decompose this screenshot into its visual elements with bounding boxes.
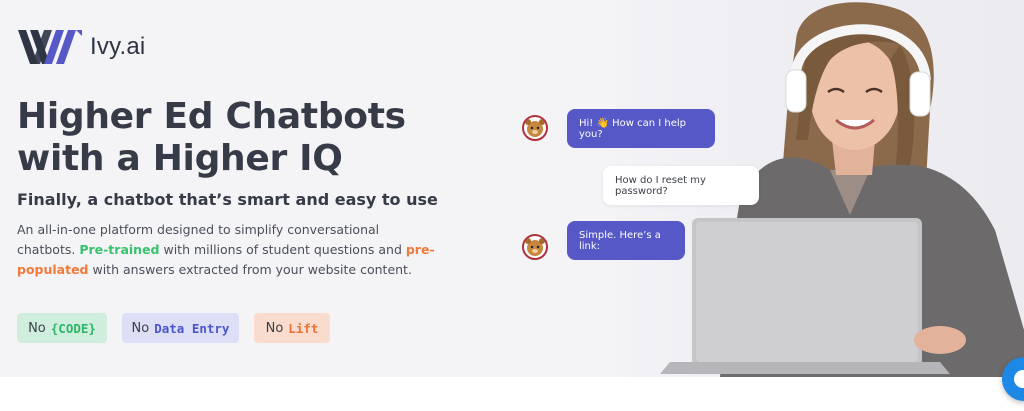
mascot-avatar-icon xyxy=(522,115,548,141)
description-part-3: with answers extracted from your website… xyxy=(88,262,412,277)
logo-wordmark: Ivy.ai xyxy=(90,33,146,60)
pill-value: Lift xyxy=(288,320,319,336)
headline-line-2: with a Higher IQ xyxy=(17,138,343,179)
headline-line-1: Higher Ed Chatbots xyxy=(17,96,406,137)
description-part-2: with millions of student questions and xyxy=(159,242,406,257)
hero-description: An all-in-one platform designed to simpl… xyxy=(17,220,437,280)
chat-user-message: How do I reset my password? xyxy=(603,166,759,205)
pill-prefix: No xyxy=(265,320,284,336)
page-below-hero xyxy=(0,377,1024,411)
chat-demo: Hi! 👋 How can I help you? How do I reset… xyxy=(500,0,1024,377)
pill-prefix: No xyxy=(28,320,46,336)
pill-value: {CODE} xyxy=(50,320,96,336)
mascot-avatar-icon xyxy=(522,234,548,260)
page-title: Higher Ed Chatbots with a Higher IQ xyxy=(17,96,487,180)
pill-prefix: No xyxy=(131,320,150,336)
feature-pill-no-data-entry: No Data Entry xyxy=(122,313,239,343)
subheadline: Finally, a chatbot that’s smart and easy… xyxy=(17,190,438,209)
feature-pill-no-lift: No Lift xyxy=(254,313,330,343)
chat-bot-message: Hi! 👋 How can I help you? xyxy=(567,109,715,148)
pill-value: Data Entry xyxy=(154,320,230,336)
site-logo[interactable]: Ivy.ai xyxy=(18,28,145,66)
feature-pill-no-code: No {CODE} xyxy=(17,313,107,343)
ivy-logo-icon xyxy=(18,30,82,64)
chat-bubble-icon xyxy=(1014,370,1024,388)
hero-section: Ivy.ai Higher Ed Chatbots with a Higher … xyxy=(0,0,1024,377)
chat-bot-message: Simple. Here’s a link: xyxy=(567,221,685,260)
highlight-pretrained: Pre-trained xyxy=(79,242,160,257)
